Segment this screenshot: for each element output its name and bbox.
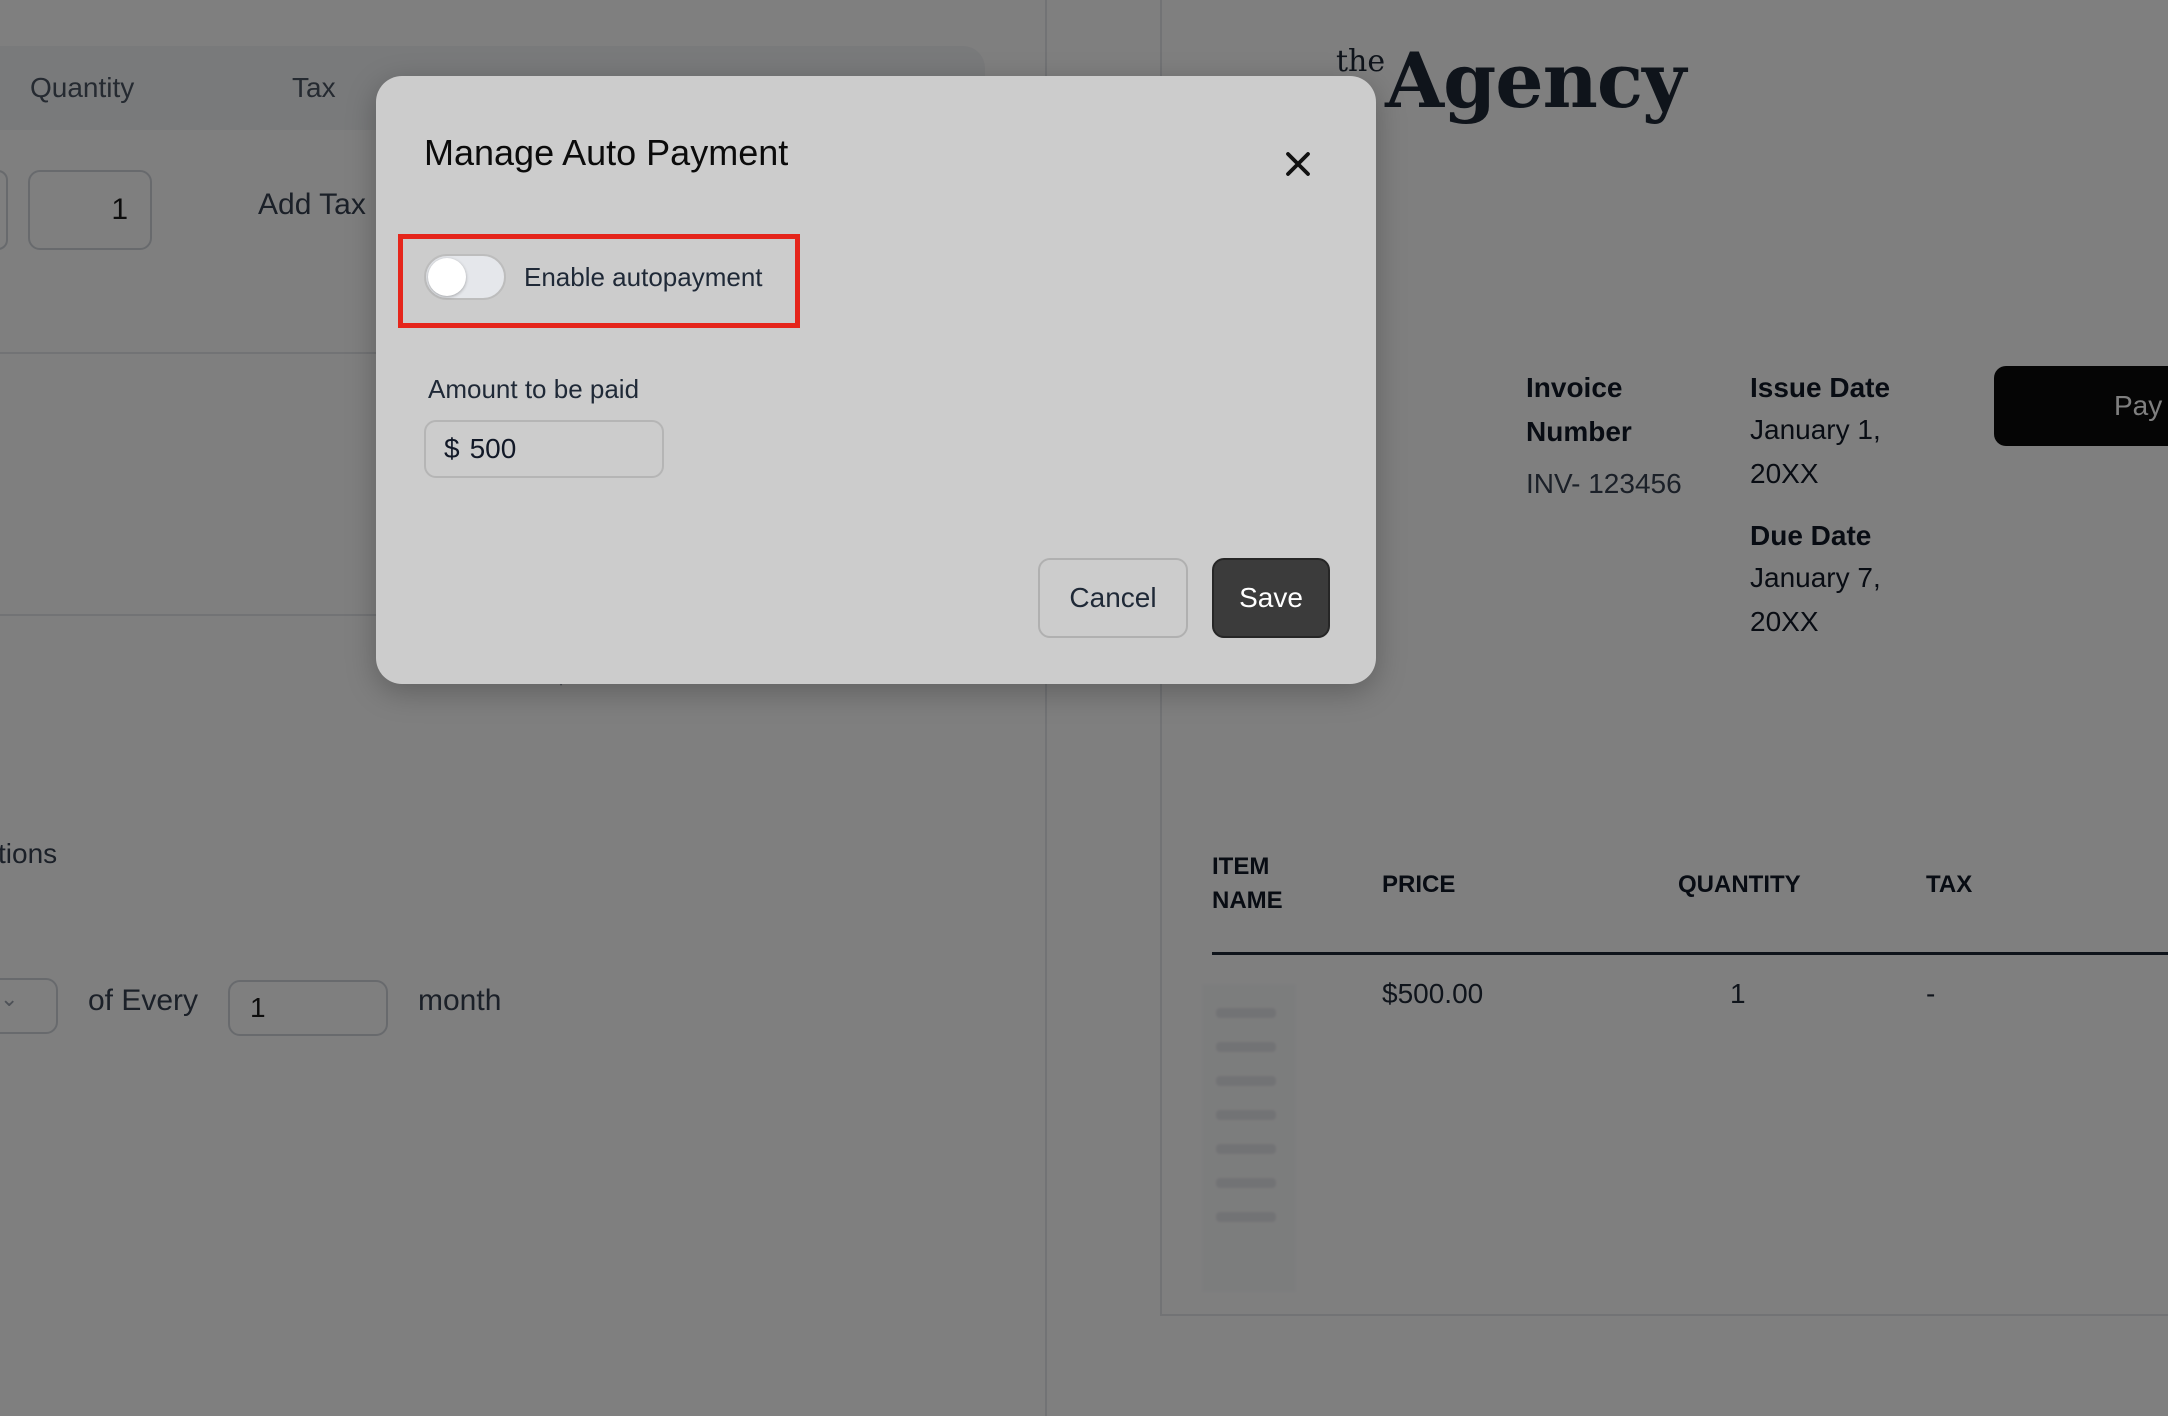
enable-autopayment-toggle[interactable]: [424, 254, 506, 300]
save-button[interactable]: Save: [1212, 558, 1330, 638]
close-icon: [1286, 152, 1310, 176]
cancel-button[interactable]: Cancel: [1038, 558, 1188, 638]
enable-autopayment-label: Enable autopayment: [524, 262, 763, 292]
toggle-knob: [428, 258, 466, 296]
amount-label: Amount to be paid: [428, 374, 640, 404]
close-button[interactable]: [1268, 134, 1328, 194]
amount-input[interactable]: $500: [424, 420, 664, 478]
amount-value: 500: [469, 433, 517, 464]
app-screen: Quantity Tax 1 Add Tax $500.00 tions ⌄ o…: [0, 0, 2168, 1416]
dialog-title: Manage Auto Payment: [424, 132, 789, 173]
manage-auto-payment-dialog: Manage Auto Payment Enable autopayment A…: [376, 76, 1376, 684]
currency-symbol: $: [444, 433, 460, 464]
